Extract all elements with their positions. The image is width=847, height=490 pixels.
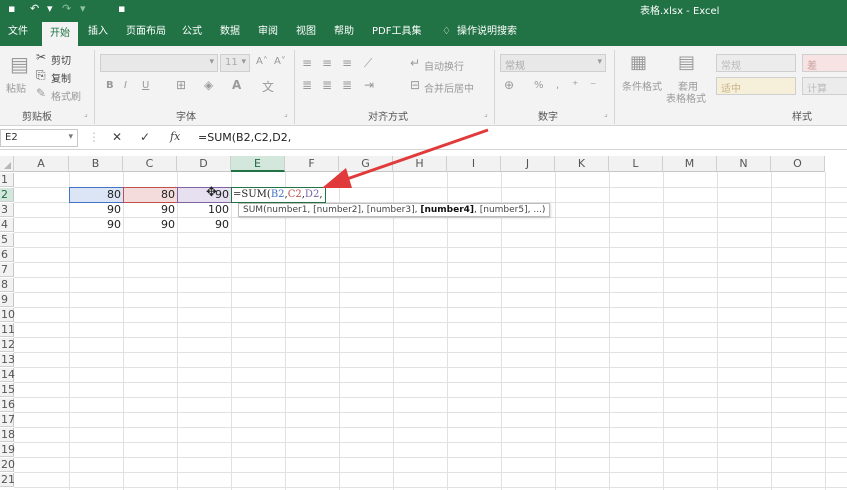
arrow-head: [322, 168, 352, 188]
arrow-shaft: [343, 128, 489, 182]
annotation-arrow: [322, 128, 489, 188]
